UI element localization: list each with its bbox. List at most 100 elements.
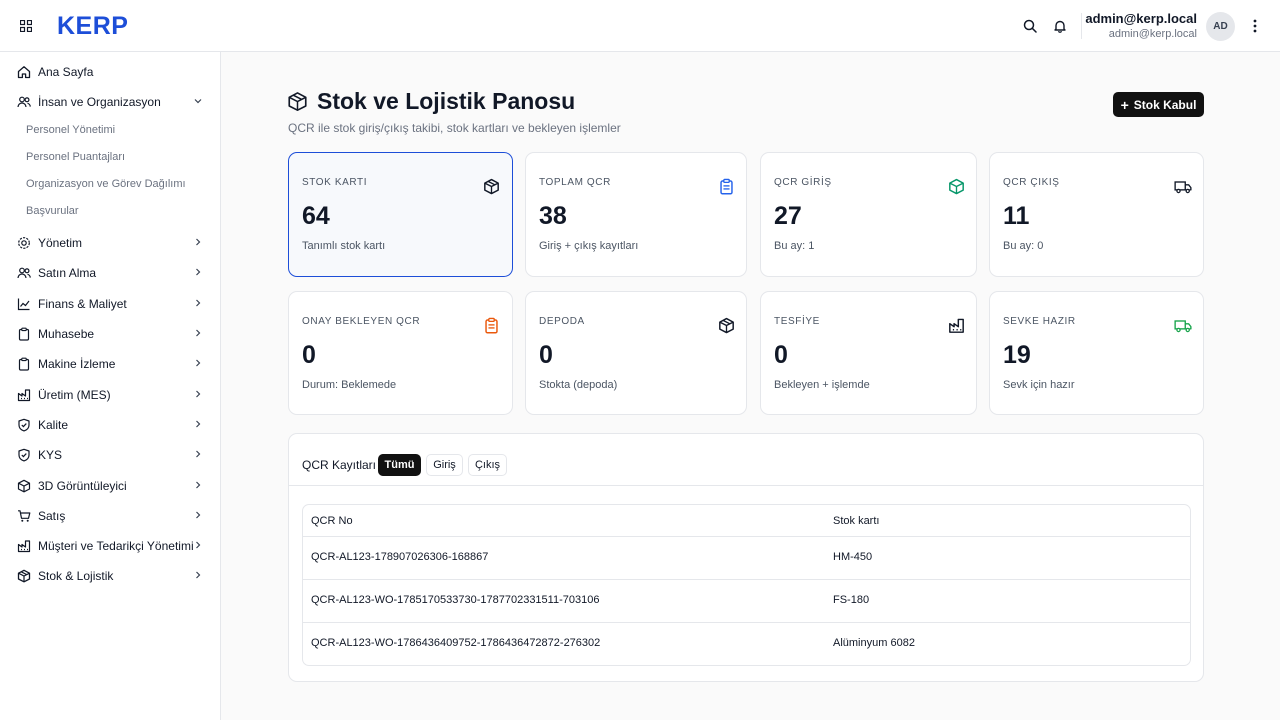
- stok-kabul-button[interactable]: + Stok Kabul: [1113, 92, 1204, 117]
- sidebar-item-uretim-mes[interactable]: Üretim (MES): [0, 381, 221, 409]
- sidebar-item-label: Stok & Lojistik: [38, 569, 114, 583]
- stat-note: Durum: Beklemede: [302, 379, 397, 391]
- chart-line-icon: [16, 296, 32, 312]
- sidebar-item-satin-alma[interactable]: Satın Alma: [0, 259, 221, 287]
- sidebar-item-label: Makine İzleme: [38, 357, 116, 371]
- sidebar-item-muhasebe[interactable]: Muhasebe: [0, 320, 221, 348]
- package-icon: [287, 91, 308, 112]
- stat-label: SEVKE HAZIR: [1003, 316, 1076, 327]
- sidebar-item-label: Satın Alma: [38, 266, 97, 280]
- table-row[interactable]: QCR-AL123-WO-1786436409752-1786436472872…: [303, 623, 1190, 665]
- bell-icon[interactable]: [1051, 17, 1069, 35]
- sidebar-subitem-personel-yonetimi[interactable]: Personel Yönetimi: [26, 120, 115, 140]
- sidebar-item-finans-maliyet[interactable]: Finans & Maliyet: [0, 290, 221, 318]
- avatar[interactable]: AD: [1206, 12, 1235, 41]
- more-vertical-icon[interactable]: [1246, 17, 1264, 35]
- chevron-right-icon: [191, 538, 205, 552]
- sidebar-item-3d-goruntuleyici[interactable]: 3D Görüntüleyici: [0, 472, 221, 500]
- sidebar-item-label: İnsan ve Organizasyon: [38, 95, 161, 109]
- sidebar-item-label: Yönetim: [38, 236, 83, 250]
- filter-tumu[interactable]: Tümü: [378, 454, 421, 476]
- sidebar-item-ana-sayfa[interactable]: Ana Sayfa: [0, 58, 221, 86]
- sidebar-item-label: Satış: [38, 509, 66, 523]
- chevron-right-icon: [191, 568, 205, 582]
- panel-title: QCR Kayıtları: [302, 458, 377, 472]
- chevron-right-icon: [191, 235, 205, 249]
- qcr-no-cell: QCR-AL123-178907026306-168867: [311, 551, 489, 563]
- table-header: QCR No Stok kartı: [303, 505, 1190, 537]
- sidebar-item-musteri-tedarikci[interactable]: Müşteri ve Tedarikçi Yönetimi: [0, 532, 221, 560]
- search-icon[interactable]: [1021, 17, 1039, 35]
- cart-icon: [16, 508, 32, 524]
- sidebar-item-label: 3D Görüntüleyici: [38, 479, 127, 493]
- stat-note: Sevk için hazır: [1003, 379, 1075, 391]
- user-email: admin@kerp.local: [1108, 28, 1197, 40]
- sidebar-item-yonetim[interactable]: Yönetim: [0, 229, 221, 257]
- clipboard-list-icon: [717, 177, 735, 195]
- sidebar-subitem-basvurular[interactable]: Başvurular: [26, 201, 79, 221]
- stat-card-tesfiye[interactable]: TESFİYE 0 Bekleyen + işlemde: [760, 291, 977, 415]
- chevron-right-icon: [191, 478, 205, 492]
- shield-check-icon: [16, 447, 32, 463]
- stat-card-depoda[interactable]: DEPODA 0 Stokta (depoda): [525, 291, 747, 415]
- stat-card-sevke-hazir[interactable]: SEVKE HAZIR 19 Sevk için hazır: [989, 291, 1204, 415]
- chevron-right-icon: [191, 417, 205, 431]
- stat-note: Bekleyen + işlemde: [774, 379, 870, 391]
- home-icon: [16, 64, 32, 80]
- package-icon: [16, 568, 32, 584]
- header-separator: [1081, 13, 1082, 39]
- sidebar-item-stok-lojistik[interactable]: Stok & Lojistik: [0, 562, 221, 590]
- stat-value: 38: [539, 202, 567, 230]
- truck-icon: [1174, 177, 1192, 195]
- stat-label: TOPLAM QCR: [539, 177, 611, 188]
- stat-note: Giriş + çıkış kayıtları: [539, 240, 639, 252]
- filter-cikis[interactable]: Çıkış: [468, 454, 507, 476]
- stat-card-stok-karti[interactable]: STOK KARTI 64 Tanımlı stok kartı: [288, 152, 513, 277]
- app-logo[interactable]: KERP: [57, 12, 128, 41]
- user-name: admin@kerp.local: [1085, 11, 1197, 26]
- table-row[interactable]: QCR-AL123-178907026306-168867 HM-450: [303, 537, 1190, 580]
- factory-icon: [16, 538, 32, 554]
- column-header-qcr-no[interactable]: QCR No: [311, 515, 353, 527]
- sidebar-subitem-organizasyon-gorev[interactable]: Organizasyon ve Görev Dağılımı: [26, 174, 186, 194]
- top-header: KERP admin@kerp.local admin@kerp.local A…: [0, 0, 1280, 52]
- stat-card-qcr-cikis[interactable]: QCR ÇIKIŞ 11 Bu ay: 0: [989, 152, 1204, 277]
- truck-icon: [1174, 316, 1192, 334]
- sidebar: Ana Sayfa İnsan ve Organizasyon Personel…: [0, 52, 221, 720]
- stat-label: QCR GİRİŞ: [774, 177, 832, 188]
- sidebar-item-label: Ana Sayfa: [38, 65, 94, 79]
- sidebar-item-makine-izleme[interactable]: Makine İzleme: [0, 350, 221, 378]
- factory-icon: [947, 316, 965, 334]
- apps-grid-icon[interactable]: [17, 17, 35, 35]
- stat-card-onay-bekleyen-qcr[interactable]: ONAY BEKLEYEN QCR 0 Durum: Beklemede: [288, 291, 513, 415]
- stat-label: DEPODA: [539, 316, 585, 327]
- package-icon: [947, 177, 965, 195]
- divider: [289, 485, 1203, 486]
- sidebar-item-label: Finans & Maliyet: [38, 297, 127, 311]
- cube-icon: [16, 478, 32, 494]
- stok-kabul-label: Stok Kabul: [1133, 97, 1197, 112]
- sidebar-item-insan-ve-organizasyon[interactable]: İnsan ve Organizasyon: [0, 88, 221, 116]
- stat-label: QCR ÇIKIŞ: [1003, 177, 1060, 188]
- sidebar-subitem-personel-puantajlari[interactable]: Personel Puantajları: [26, 147, 125, 167]
- sidebar-item-kalite[interactable]: Kalite: [0, 411, 221, 439]
- stat-value: 19: [1003, 341, 1031, 369]
- sidebar-item-label: Üretim (MES): [38, 388, 111, 402]
- sidebar-item-kys[interactable]: KYS: [0, 441, 221, 469]
- stok-karti-cell: HM-450: [833, 551, 873, 563]
- stat-card-toplam-qcr[interactable]: TOPLAM QCR 38 Giriş + çıkış kayıtları: [525, 152, 747, 277]
- sidebar-item-label: Kalite: [38, 418, 69, 432]
- clipboard-list-icon: [482, 316, 500, 334]
- chevron-down-icon: [191, 94, 205, 108]
- gear-icon: [16, 235, 32, 251]
- column-header-stok-karti[interactable]: Stok kartı: [833, 515, 879, 527]
- clipboard-icon: [16, 356, 32, 372]
- page-title: Stok ve Lojistik Panosu: [317, 88, 576, 114]
- page-subtitle: QCR ile stok giriş/çıkış takibi, stok ka…: [288, 121, 621, 135]
- stat-value: 27: [774, 202, 802, 230]
- filter-giris[interactable]: Giriş: [426, 454, 463, 476]
- sidebar-item-label: Muhasebe: [38, 327, 95, 341]
- table-row[interactable]: QCR-AL123-WO-1785170533730-1787702331511…: [303, 580, 1190, 623]
- sidebar-item-satis[interactable]: Satış: [0, 502, 221, 530]
- stat-card-qcr-giris[interactable]: QCR GİRİŞ 27 Bu ay: 1: [760, 152, 977, 277]
